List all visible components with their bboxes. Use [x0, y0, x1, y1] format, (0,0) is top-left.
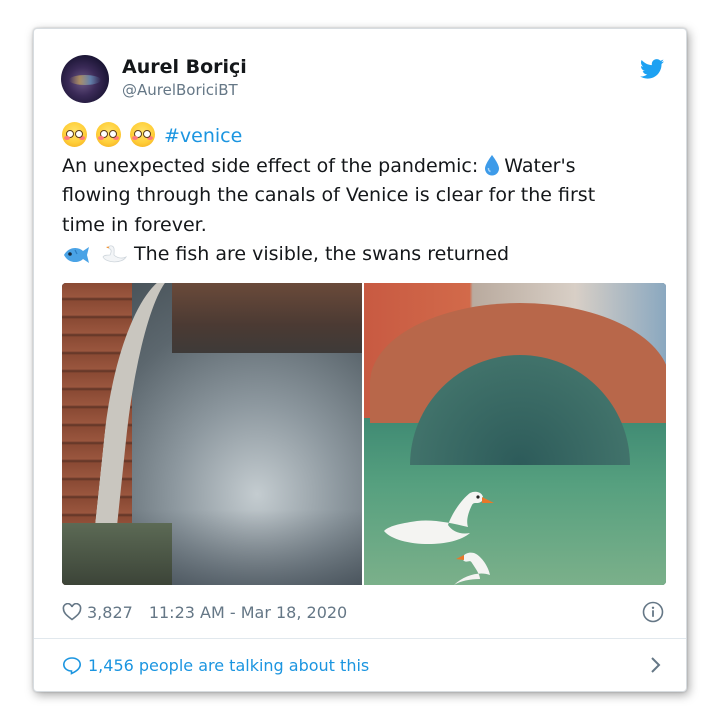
swan-emoji — [102, 245, 128, 263]
droplet-emoji — [485, 154, 500, 175]
canal-photo-left[interactable] — [62, 283, 362, 585]
avatar[interactable] — [61, 55, 109, 103]
tweet-text-segment: The fish are visible, the swans returned — [134, 243, 510, 265]
twitter-bird-icon[interactable] — [640, 59, 664, 79]
flushed-face-emoji — [96, 122, 121, 147]
tweet-media[interactable] — [62, 283, 666, 585]
tweet-text-line-5: The fish are visible, the swans returned — [62, 240, 662, 270]
author-handle[interactable]: @AurelBoriciBT — [122, 81, 238, 99]
swan-image — [384, 491, 494, 545]
flushed-face-emoji — [62, 122, 87, 147]
canal-photo-right[interactable] — [364, 283, 666, 585]
chevron-right-icon[interactable] — [648, 656, 662, 674]
tweet-meta: 3,827 11:23 AM - Mar 18, 2020 — [62, 601, 347, 623]
heart-icon[interactable] — [62, 603, 82, 621]
tweet-text-segment: Water's — [504, 154, 576, 177]
tweet-text-line-2: An unexpected side effect of the pandemi… — [62, 152, 662, 182]
tweet-card: Aurel Boriçi @AurelBoriciBT #venice An u… — [33, 28, 687, 692]
conversation-link[interactable]: 1,456 people are talking about this — [62, 654, 369, 676]
tweet-timestamp[interactable]: 11:23 AM - Mar 18, 2020 — [149, 603, 347, 622]
flushed-face-emoji — [130, 122, 155, 147]
tweet-text-line-1: #venice — [62, 122, 662, 152]
swan-image — [454, 552, 490, 585]
tweet-text-segment: An unexpected side effect of the pandemi… — [62, 154, 479, 177]
tweet-text: #venice An unexpected side effect of the… — [62, 122, 662, 270]
hashtag-link[interactable]: #venice — [164, 125, 242, 147]
tweet-text-line-3: flowing through the canals of Venice is … — [62, 184, 596, 206]
info-icon[interactable] — [642, 601, 664, 623]
divider — [34, 638, 686, 639]
fish-emoji — [64, 247, 89, 263]
tweet-text-line-4: time in forever. — [62, 213, 207, 236]
speech-bubble-icon — [62, 656, 82, 675]
author-name[interactable]: Aurel Boriçi — [122, 56, 247, 78]
like-count[interactable]: 3,827 — [87, 603, 133, 622]
conversation-count[interactable]: 1,456 people are talking about this — [88, 656, 369, 675]
